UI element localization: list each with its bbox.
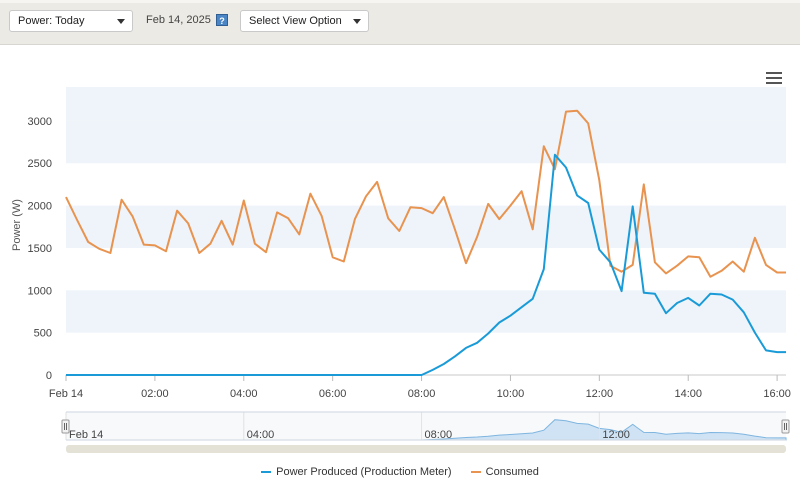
navigator-label: 08:00 (425, 429, 453, 441)
navigator-label: 12:00 (602, 429, 630, 441)
x-tick-label: 10:00 (497, 388, 525, 400)
x-tick-label: 16:00 (763, 388, 791, 400)
legend-label-produced: Power Produced (Production Meter) (276, 466, 452, 478)
grid-band (66, 120, 786, 164)
navigator-handle-left[interactable] (61, 419, 70, 434)
y-tick-label: 1500 (28, 243, 52, 255)
x-tick-label: 12:00 (586, 388, 614, 400)
x-tick-label: Feb 14 (49, 388, 83, 400)
x-tick-label: 08:00 (408, 388, 436, 400)
y-tick-label: 1000 (28, 285, 52, 297)
navigator-handle-right[interactable] (781, 419, 790, 434)
legend-item-produced[interactable]: Power Produced (Production Meter) (261, 466, 452, 478)
legend-swatch-consumed (470, 471, 481, 474)
y-tick-label: 500 (34, 328, 52, 340)
y-tick-label: 2000 (28, 201, 52, 213)
x-tick-label: 04:00 (230, 388, 258, 400)
x-tick-label: 02:00 (141, 388, 169, 400)
y-tick-label: 3000 (28, 116, 52, 128)
y-axis-ticks: 0 500 1000 1500 2000 2500 3000 (28, 116, 52, 382)
y-axis-label: Power (W) (11, 199, 23, 251)
grid-band (66, 87, 786, 121)
grid-band (66, 290, 786, 333)
y-tick-label: 2500 (28, 158, 52, 170)
legend-label-consumed: Consumed (485, 466, 539, 478)
chart-legend: Power Produced (Production Meter) Consum… (0, 466, 800, 478)
navigator-label: 04:00 (247, 429, 275, 441)
x-tick-label: 14:00 (674, 388, 702, 400)
y-tick-label: 0 (46, 370, 52, 382)
legend-swatch-produced (261, 471, 272, 474)
navigator-label: Feb 14 (69, 429, 103, 441)
navigator: Feb 14 04:00 08:00 12:00 (61, 411, 790, 453)
grid-band (66, 205, 786, 248)
x-axis-ticks: Feb 14 02:00 04:00 06:00 08:00 10:00 12:00 14:0… (49, 374, 791, 400)
x-tick-label: 06:00 (319, 388, 347, 400)
power-chart: 0 500 1000 1500 2000 2500 3000 Power (W) Feb 1… (11, 87, 791, 453)
navigator-scrollbar[interactable] (66, 445, 786, 453)
legend-item-consumed[interactable]: Consumed (470, 466, 539, 478)
